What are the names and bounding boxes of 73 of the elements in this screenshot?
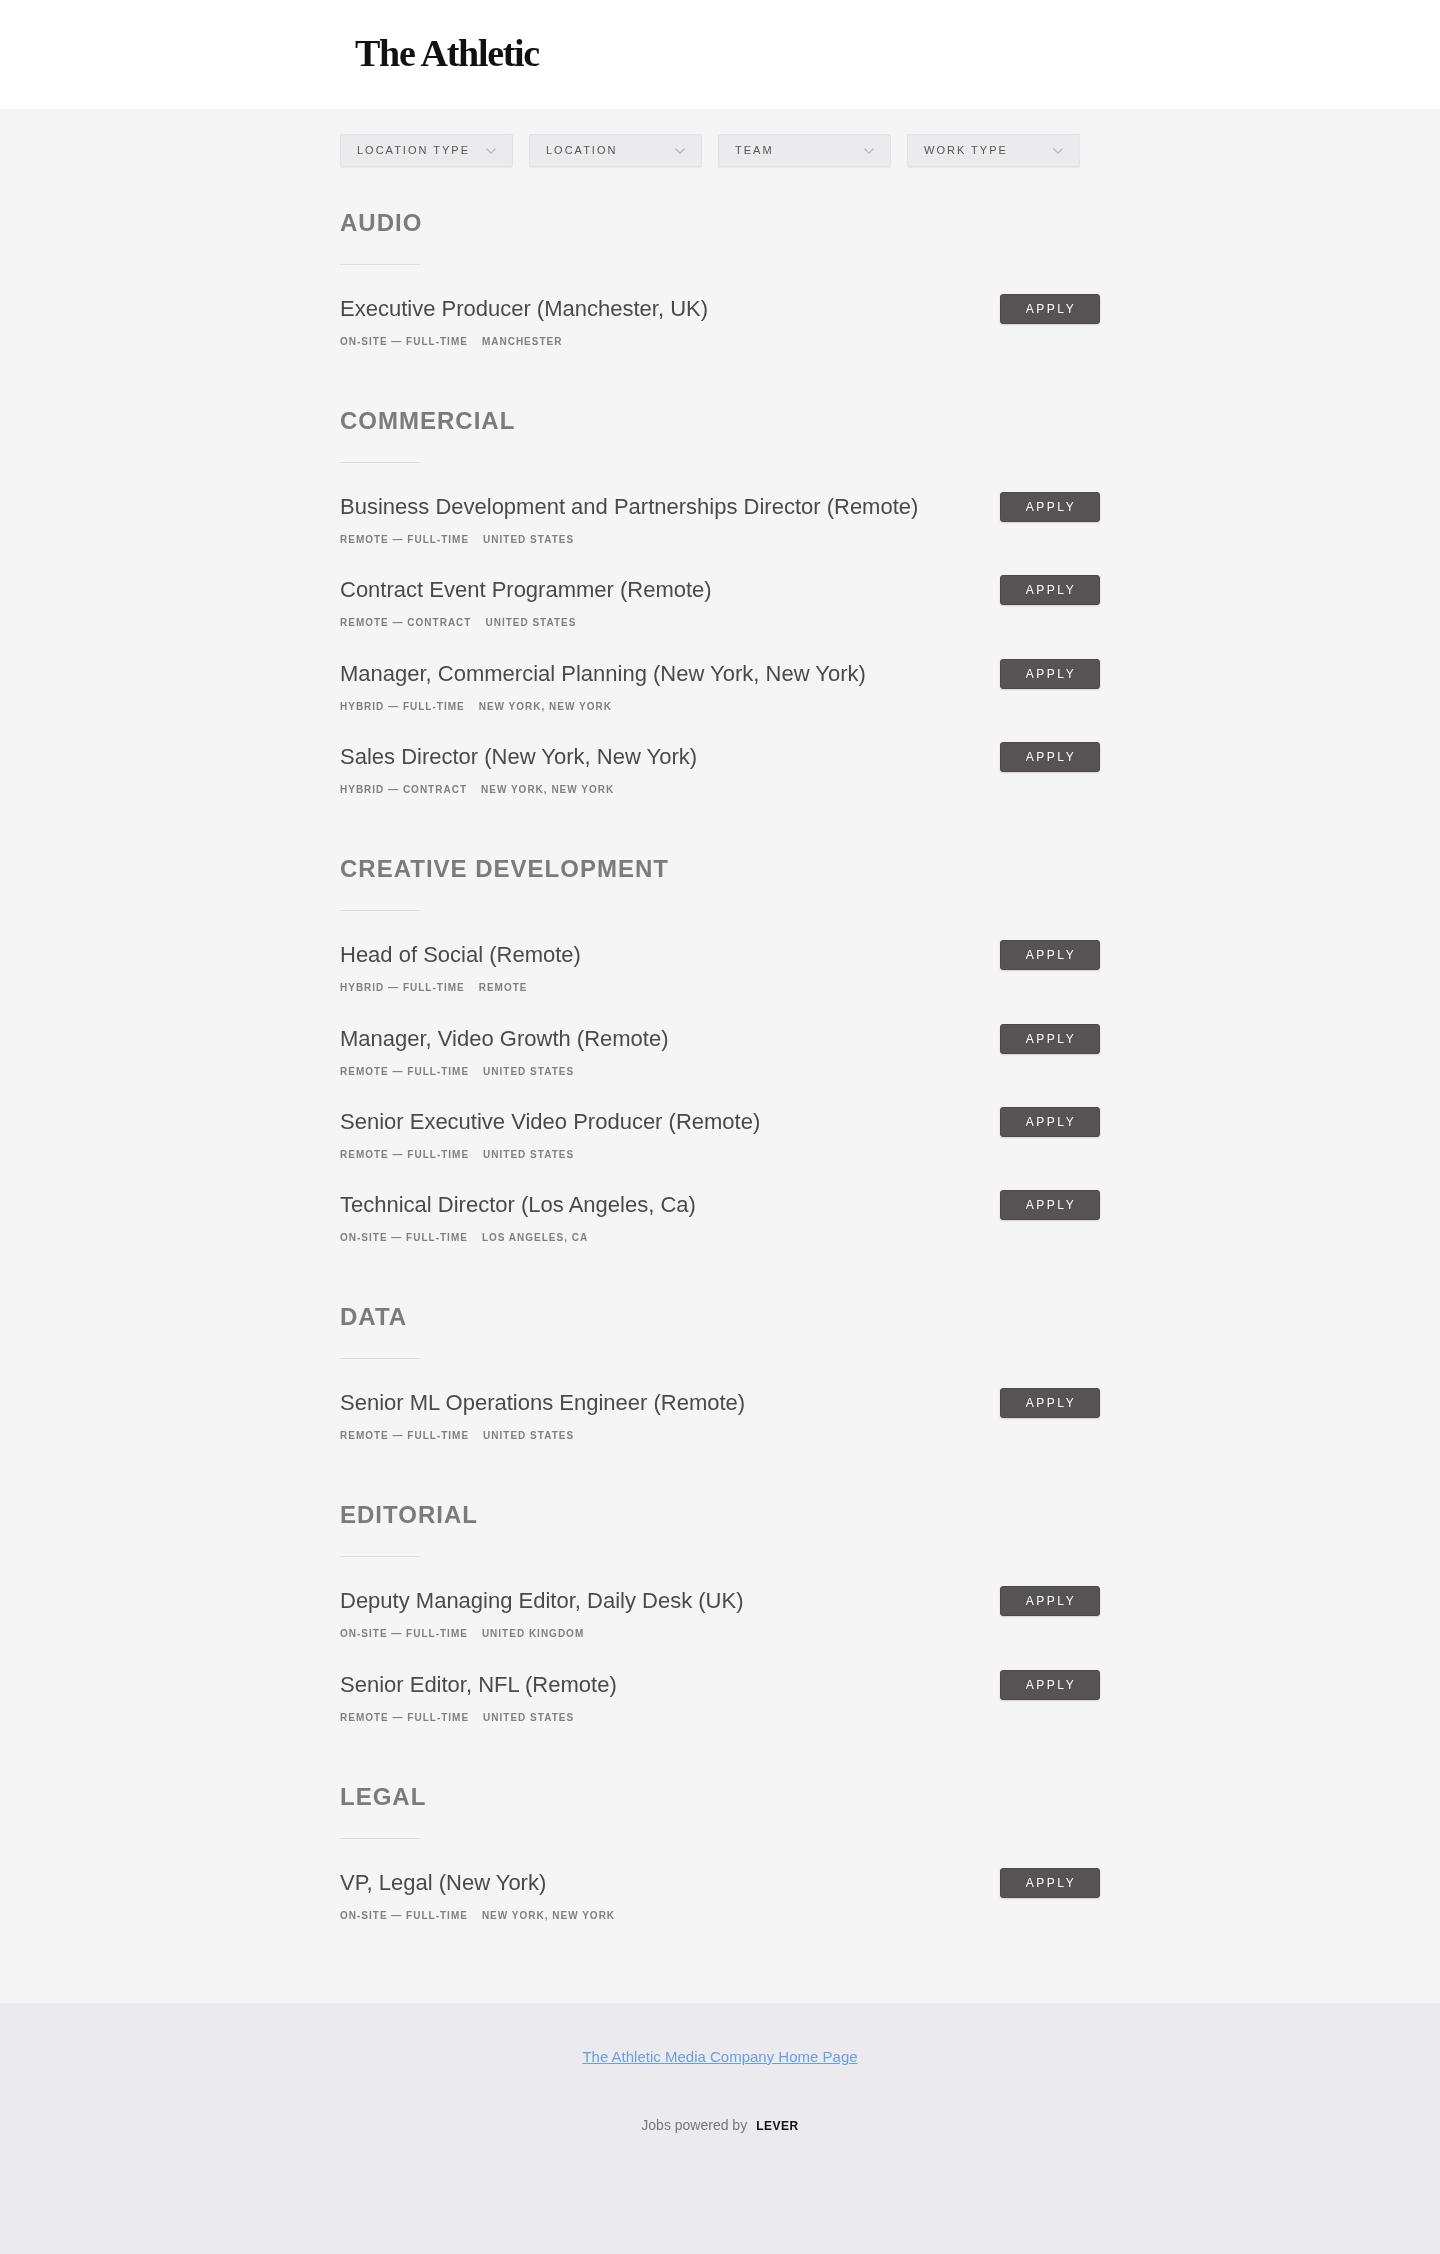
job-commitment: ON-SITE — FULL-TIME [340,335,468,349]
apply-button[interactable]: APPLY [1000,940,1100,971]
job-title-link[interactable]: Technical Director (Los Angeles, Ca) [340,1192,696,1218]
filter-dropdown[interactable]: TEAM [718,134,891,167]
apply-button[interactable]: APPLY [1000,658,1100,689]
chevron-down-icon [1053,147,1063,154]
apply-button[interactable]: APPLY [1000,1669,1100,1700]
lever-logo[interactable]: LEVER [756,2116,799,2135]
filter-label: LOCATION [546,143,618,159]
job-commitment: REMOTE — CONTRACT [340,616,472,631]
filter-dropdown[interactable]: LOCATION TYPE [340,134,513,167]
job-commitment: REMOTE — FULL-TIME [340,1064,470,1079]
apply-button[interactable]: APPLY [1000,1106,1100,1137]
job-location: NEW YORK, NEW YORK [478,699,612,714]
job-location: UNITED STATES [485,616,577,631]
apply-button[interactable]: APPLY [1000,492,1100,522]
chevron-down-icon [675,147,685,154]
job-commitment: REMOTE — FULL-TIME [340,1710,470,1725]
job-commitment: ON-SITE — FULL-TIME [340,1627,468,1642]
job-location: UNITED STATES [483,1064,575,1079]
job-title-link[interactable]: Executive Producer (Manchester, UK) [340,296,709,321]
section-heading: LEGAL [340,1781,428,1812]
job-commitment: HYBRID — FULL-TIME [340,699,465,714]
job-title-link[interactable]: Senior ML Operations Engineer (Remote) [340,1390,746,1416]
powered-by-text: Jobs powered by [641,2116,748,2135]
brand-logo[interactable]: The Athletic [355,33,539,76]
apply-button[interactable]: APPLY [1000,1190,1100,1221]
apply-button[interactable]: APPLY [1000,1023,1100,1054]
filter-label: LOCATION TYPE [357,143,470,159]
job-location: REMOTE [478,981,528,996]
job-title-link[interactable]: Manager, Commercial Planning (New York, New York) [340,660,866,686]
apply-button[interactable]: APPLY [1000,575,1100,606]
job-location: UNITED STATES [483,1429,575,1444]
job-title-link[interactable]: Sales Director (New York, New York) [340,744,698,770]
job-commitment: REMOTE — FULL-TIME [340,1147,470,1162]
job-title-link[interactable]: Manager, Video Growth (Remote) [340,1025,669,1051]
job-title-link[interactable]: Senior Executive Video Producer (Remote) [340,1108,761,1134]
job-location: UNITED STATES [483,1147,575,1162]
apply-button[interactable]: APPLY [1000,294,1100,324]
job-commitment: ON-SITE — FULL-TIME [340,1231,468,1246]
job-location: LOS ANGELES, CA [481,1231,589,1246]
filter-dropdown[interactable]: WORK TYPE [907,134,1080,167]
filter-label: TEAM [735,143,774,159]
job-title-link[interactable]: VP, Legal (New York) [340,1869,547,1895]
job-commitment: HYBRID — CONTRACT [340,783,467,798]
job-commitment: REMOTE — FULL-TIME [340,533,470,547]
section-heading: COMMERCIAL [340,406,517,436]
job-location: NEW YORK, NEW YORK [481,783,615,798]
section-heading: CREATIVE DEVELOPMENT [340,854,670,885]
job-location: UNITED STATES [483,533,575,547]
job-commitment: REMOTE — FULL-TIME [340,1429,470,1444]
job-location: NEW YORK, NEW YORK [481,1908,616,1923]
filter-label: WORK TYPE [924,143,1008,159]
job-commitment: ON-SITE — FULL-TIME [340,1908,468,1923]
chevron-down-icon [864,147,874,154]
section-heading: EDITORIAL [340,1500,479,1531]
job-title-link[interactable]: Head of Social (Remote) [340,942,581,968]
job-title-link[interactable]: Senior Editor, NFL (Remote) [340,1671,617,1697]
apply-button[interactable]: APPLY [1000,1388,1100,1419]
job-location: UNITED STATES [483,1710,575,1725]
job-title-link[interactable]: Contract Event Programmer (Remote) [340,577,712,603]
filter-dropdown[interactable]: LOCATION [529,134,702,167]
apply-button[interactable]: APPLY [1000,1867,1100,1898]
job-title-link[interactable]: Deputy Managing Editor, Daily Desk (UK) [340,1588,744,1614]
job-location: MANCHESTER [481,335,563,349]
chevron-down-icon [486,147,496,154]
section-heading: DATA [340,1302,409,1333]
section-heading: AUDIO [340,208,424,238]
job-title-link[interactable]: Business Development and Partnerships Director (Remote) [340,494,919,519]
job-commitment: HYBRID — FULL-TIME [340,981,465,996]
job-location: UNITED KINGDOM [481,1627,585,1642]
apply-button[interactable]: APPLY [1000,1586,1100,1617]
apply-button[interactable]: APPLY [1000,742,1100,773]
